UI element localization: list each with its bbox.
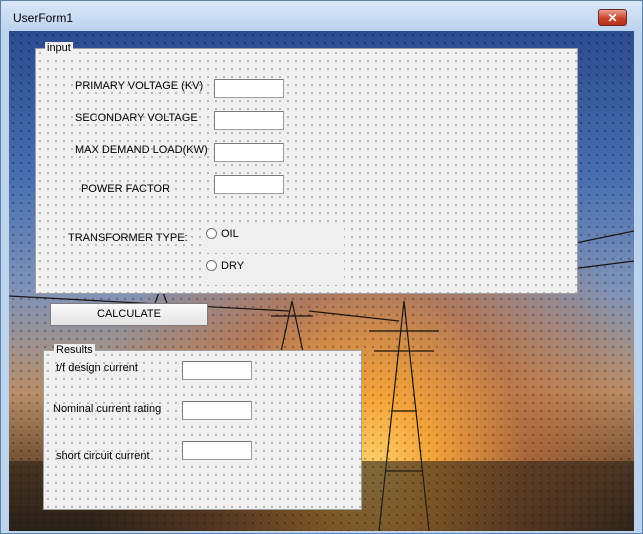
- primary-voltage-field[interactable]: [214, 79, 284, 98]
- design-current-label: t/f design current: [56, 362, 138, 374]
- form-client-area: input PRIMARY VOLTAGE (KV) SECONDARY VOL…: [9, 31, 634, 531]
- radio-oil[interactable]: OIL: [204, 225, 344, 253]
- secondary-voltage-field[interactable]: [214, 111, 284, 130]
- transformer-type-label: TRANSFORMER TYPE:: [68, 232, 188, 244]
- power-factor-label: POWER FACTOR: [81, 183, 171, 195]
- radio-dry-circle[interactable]: [206, 260, 217, 271]
- window-title: UserForm1: [13, 11, 74, 25]
- primary-voltage-label: PRIMARY VOLTAGE (KV): [75, 80, 204, 92]
- nominal-current-label: Nominal current rating: [53, 403, 162, 415]
- design-current-field[interactable]: [182, 361, 252, 380]
- short-circuit-label: short circuit current: [56, 450, 150, 462]
- userform-window: UserForm1 ✕ input PRIMARY VOLTAGE (KV) S…: [0, 0, 643, 534]
- secondary-voltage-label: SECONDARY VOLTAGE: [75, 112, 198, 124]
- close-button[interactable]: ✕: [598, 9, 627, 26]
- close-icon: ✕: [607, 11, 618, 25]
- short-circuit-field[interactable]: [182, 441, 252, 460]
- results-frame: Results t/f design current Nominal curre…: [43, 344, 362, 510]
- max-demand-load-field[interactable]: [214, 143, 284, 162]
- calculate-button[interactable]: CALCULATE: [50, 303, 208, 326]
- nominal-current-field[interactable]: [182, 401, 252, 420]
- max-demand-load-label: MAX DEMAND LOAD(KW): [75, 144, 208, 156]
- input-frame-caption: input: [45, 42, 73, 54]
- title-bar[interactable]: UserForm1 ✕: [1, 1, 642, 31]
- power-factor-field[interactable]: [214, 175, 284, 194]
- radio-oil-label: OIL: [221, 228, 239, 240]
- input-frame: input PRIMARY VOLTAGE (KV) SECONDARY VOL…: [35, 42, 578, 294]
- results-frame-caption: Results: [54, 344, 95, 356]
- radio-oil-circle[interactable]: [206, 228, 217, 239]
- radio-dry[interactable]: DRY: [204, 255, 344, 285]
- radio-dry-label: DRY: [221, 260, 245, 272]
